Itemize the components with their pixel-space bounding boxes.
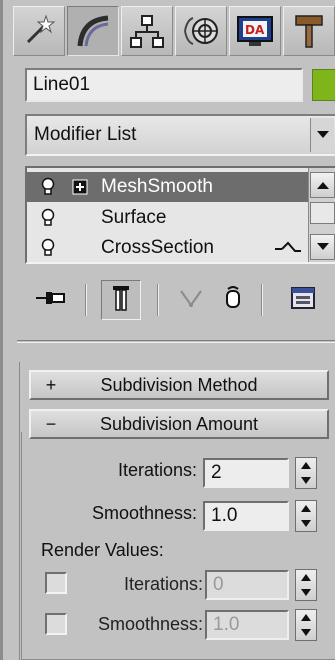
spinner-down-arrow-icon	[301, 477, 311, 484]
render-iterations-label: Iterations:	[123, 574, 203, 594]
object-name-field[interactable]: Line01	[25, 68, 303, 102]
smoothness-label: Smoothness:	[91, 503, 197, 523]
tab-hierarchy[interactable]	[121, 6, 173, 56]
command-panel-tabs: DA	[13, 6, 335, 58]
smoothness-field[interactable]: 1.0	[203, 501, 289, 531]
lightbulb-icon[interactable]	[37, 238, 59, 258]
object-color-swatch[interactable]	[312, 69, 335, 101]
render-iterations-checkbox[interactable]	[45, 572, 67, 594]
panel-divider	[17, 340, 335, 343]
hierarchy-icon	[128, 12, 166, 50]
remove-modifier-button[interactable]	[213, 280, 253, 320]
render-values-label: Render Values:	[41, 540, 164, 560]
render-smoothness-field[interactable]: 1.0	[205, 610, 289, 640]
spinner-down-arrow-icon	[301, 520, 311, 527]
end-result-icon	[111, 284, 131, 317]
spline-subobject-icon	[273, 237, 303, 263]
modify-arc-icon	[74, 12, 112, 50]
iterations-field[interactable]: 2	[203, 458, 289, 488]
dropdown-arrow-icon[interactable]	[310, 118, 334, 152]
stack-item-label: Surface	[101, 207, 167, 228]
spinner-up-arrow-icon	[301, 574, 311, 581]
stack-item-label: MeshSmooth	[101, 176, 213, 197]
stack-item-surface[interactable]: Surface	[27, 203, 309, 233]
pin-icon	[34, 288, 68, 313]
make-unique-button[interactable]	[171, 280, 211, 320]
scroll-up-arrow-icon[interactable]	[310, 172, 335, 198]
render-smoothness-checkbox[interactable]	[45, 613, 67, 635]
render-smoothness-label: Smoothness:	[97, 614, 203, 634]
configure-sets-icon	[290, 286, 316, 315]
iterations-label: Iterations:	[117, 460, 197, 480]
iterations-spinner[interactable]	[295, 457, 317, 489]
utilities-hammer-icon	[290, 12, 328, 50]
lightbulb-icon[interactable]	[37, 177, 59, 197]
toolbar-divider	[261, 284, 263, 316]
modifier-list-label: Modifier List	[34, 124, 137, 145]
tab-motion[interactable]	[175, 6, 227, 56]
scroll-down-arrow-icon[interactable]	[310, 234, 335, 260]
modifier-list-dropdown[interactable]: Modifier List	[25, 114, 335, 156]
tab-modify[interactable]	[67, 6, 119, 56]
expand-plus-icon[interactable]	[71, 179, 89, 195]
spinner-down-arrow-icon	[301, 589, 311, 596]
render-iterations-field[interactable]: 0	[205, 570, 289, 600]
stack-item-crosssection[interactable]: CrossSection	[27, 233, 309, 263]
toolbar-divider	[157, 284, 159, 316]
trash-can-icon	[224, 285, 242, 316]
tab-create[interactable]	[13, 6, 65, 56]
render-iterations-spinner[interactable]	[295, 569, 317, 601]
tab-display[interactable]: DA	[229, 6, 281, 56]
toolbar-divider	[85, 284, 87, 316]
spinner-up-arrow-icon	[301, 462, 311, 469]
show-end-result-button[interactable]	[101, 280, 141, 320]
configure-sets-button[interactable]	[283, 280, 323, 320]
rollout-subdivision-method[interactable]: + Subdivision Method	[29, 370, 329, 400]
tab-utilities[interactable]	[283, 6, 335, 56]
create-wand-icon	[20, 12, 58, 50]
scroll-thumb[interactable]	[310, 202, 335, 224]
spinner-down-arrow-icon	[301, 629, 311, 636]
smoothness-spinner[interactable]	[295, 500, 317, 532]
stack-item-meshsmooth[interactable]: MeshSmooth	[27, 172, 309, 202]
stack-toolbar	[25, 276, 335, 324]
spinner-up-arrow-icon	[301, 505, 311, 512]
modifier-stack: MeshSmooth Surface CrossSection	[25, 166, 335, 264]
stack-item-label: CrossSection	[101, 237, 214, 258]
make-unique-icon	[178, 287, 204, 314]
command-panel: DA Line01 Modifier List MeshSmooth Surfa…	[0, 0, 335, 660]
svg-text:DA: DA	[245, 23, 265, 37]
rollout-title: Subdivision Method	[100, 375, 258, 395]
spinner-up-arrow-icon	[301, 614, 311, 621]
motion-icon	[181, 12, 221, 50]
pin-stack-button[interactable]	[31, 280, 71, 320]
display-icon: DA	[235, 12, 275, 50]
render-smoothness-spinner[interactable]	[295, 609, 317, 641]
lightbulb-icon[interactable]	[37, 208, 59, 228]
stack-scrollbar[interactable]	[308, 168, 335, 262]
